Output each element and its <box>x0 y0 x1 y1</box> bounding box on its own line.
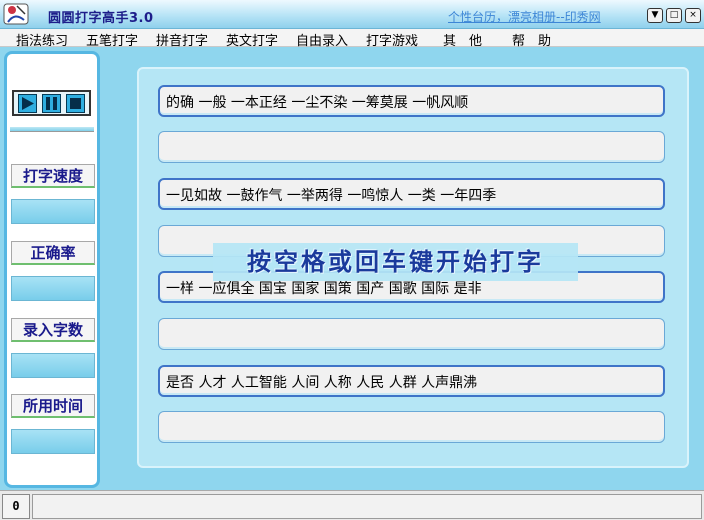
pause-icon <box>46 97 57 110</box>
input-line-1[interactable] <box>158 131 665 163</box>
stop-button[interactable] <box>66 94 85 113</box>
ad-link[interactable]: 个性台历，漂亮相册--印秀网 <box>448 8 601 25</box>
close-icon[interactable]: × <box>685 8 701 23</box>
input-line-3[interactable] <box>158 318 665 350</box>
app-logo-icon <box>3 3 29 25</box>
start-hint-banner: 按空格或回车键开始打字 <box>213 243 578 281</box>
stats-panel <box>4 51 100 488</box>
play-button[interactable] <box>18 94 37 113</box>
source-text: 一样 一应俱全 国宝 国家 国策 国产 国歌 国际 是非 <box>166 281 482 297</box>
chars-entered-label: 录入字数 <box>11 318 95 342</box>
controls-divider <box>10 127 94 132</box>
status-message <box>32 494 702 519</box>
title-bar: 圆圆打字高手3.0 个性台历，漂亮相册--印秀网 ▼ □ × <box>0 0 704 29</box>
pause-button[interactable] <box>42 94 61 113</box>
status-bar: 0 <box>0 490 704 520</box>
source-text: 是否 人才 人工智能 人间 人称 人民 人群 人声鼎沸 <box>166 375 478 391</box>
accuracy-label: 正确率 <box>11 241 95 265</box>
input-line-4[interactable] <box>158 411 665 443</box>
source-line-2: 一见如故 一鼓作气 一举两得 一鸣惊人 一类 一年四季 <box>158 178 665 210</box>
source-text: 一见如故 一鼓作气 一举两得 一鸣惊人 一类 一年四季 <box>166 188 497 204</box>
status-count: 0 <box>2 494 30 519</box>
menu-dropdown-icon[interactable]: ▼ <box>647 8 663 23</box>
playback-controls <box>12 90 91 116</box>
typing-speed-label: 打字速度 <box>11 164 95 188</box>
source-text: 的确 一般 一本正经 一尘不染 一筹莫展 一帆风顺 <box>166 95 469 111</box>
menu-bar: 指法练习 五笔打字 拼音打字 英文打字 自由录入 打字游戏 其 他 帮 助 <box>0 29 704 49</box>
restore-icon[interactable]: □ <box>666 8 682 23</box>
chars-entered-value <box>11 353 95 378</box>
time-used-value <box>11 429 95 454</box>
play-icon <box>22 97 34 110</box>
time-used-label: 所用时间 <box>11 394 95 418</box>
source-line-4: 是否 人才 人工智能 人间 人称 人民 人群 人声鼎沸 <box>158 365 665 397</box>
source-line-1: 的确 一般 一本正经 一尘不染 一筹莫展 一帆风顺 <box>158 85 665 117</box>
stop-icon <box>70 98 81 109</box>
accuracy-value <box>11 276 95 301</box>
window-title: 圆圆打字高手3.0 <box>48 11 154 26</box>
typing-speed-value <box>11 199 95 224</box>
menu-fingering-practice[interactable]: 指法练习 <box>16 30 68 49</box>
